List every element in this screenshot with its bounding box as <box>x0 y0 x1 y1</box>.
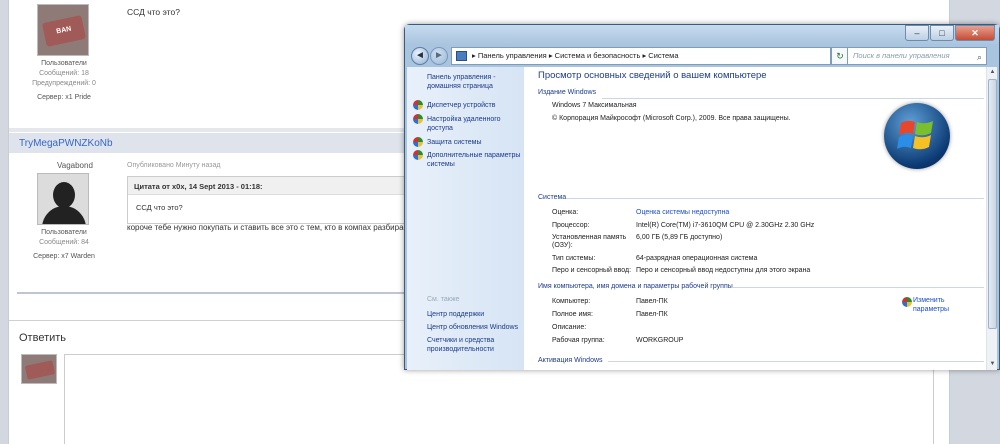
windows-update-link[interactable]: Центр обновления Windows <box>427 323 518 332</box>
user-role: Пользователи <box>41 60 87 67</box>
computer-name-header: Имя компьютера, имя домена и параметры р… <box>538 283 733 290</box>
user-warnings: Предупреждений: 0 <box>32 80 96 87</box>
published-time: Опубликовано Минуту назад <box>127 162 221 169</box>
user-server: Сервер: x1 Pride <box>37 94 91 101</box>
advanced-settings-link-line2[interactable]: системы <box>427 160 455 169</box>
forward-arrow-icon[interactable]: ► <box>430 47 448 65</box>
back-arrow-icon[interactable]: ◄ <box>411 47 429 65</box>
shield-icon <box>413 137 423 147</box>
change-settings-link[interactable]: Изменить <box>913 297 945 304</box>
scroll-up-arrow-icon[interactable]: ▲ <box>987 67 997 78</box>
window-content: Панель управления - домашняя страница Ди… <box>407 67 997 370</box>
processor-value: Intel(R) Core(TM) i7-3610QM CPU @ 2.30GH… <box>636 222 815 229</box>
pen-touch-value: Перо и сенсорный ввод недоступны для это… <box>636 267 811 274</box>
workgroup-value: WORKGROUP <box>636 337 684 344</box>
remote-settings-link-line2[interactable]: доступа <box>427 124 453 133</box>
processor-label: Процессор: <box>552 222 590 229</box>
edition-header: Издание Windows <box>538 89 597 96</box>
copyright: © Корпорация Майкрософт (Microsoft Corp.… <box>552 115 791 122</box>
page-title: Просмотр основных сведений о вашем компь… <box>538 70 767 81</box>
left-pane: Панель управления - домашняя страница Ди… <box>407 67 524 370</box>
description-label: Описание: <box>552 324 587 331</box>
divider <box>566 198 984 199</box>
search-input[interactable]: Поиск в панели управления ⌕ <box>847 47 987 65</box>
performance-link[interactable]: Счетчики и средства <box>427 336 494 345</box>
user-messages: Сообщений: 84 <box>39 239 89 246</box>
search-placeholder: Поиск в панели управления <box>853 51 950 60</box>
minimize-button[interactable]: – <box>905 25 929 41</box>
user-server: Сервер: x7 Warden <box>33 253 95 260</box>
divider <box>602 98 984 99</box>
system-type-label: Тип системы: <box>552 255 596 262</box>
scrollbar-thumb[interactable] <box>988 79 997 329</box>
reply-title: Ответить <box>19 332 67 344</box>
rating-link[interactable]: Оценка системы недоступна <box>636 208 729 217</box>
pen-touch-label: Перо и сенсорный ввод: <box>552 267 632 274</box>
computer-label: Компьютер: <box>552 298 591 305</box>
divider <box>608 361 984 362</box>
title-bar[interactable]: – □ ✕ <box>405 25 999 45</box>
nav-bar: ◄ ► ▸ Панель управления ▸ Система и безо… <box>407 45 997 67</box>
post-message: ССД что это? <box>127 7 180 17</box>
vertical-scrollbar[interactable]: ▲ ▼ <box>986 67 997 370</box>
shield-icon <box>413 150 423 160</box>
windows-logo-icon <box>884 103 950 169</box>
action-center-link[interactable]: Центр поддержки <box>427 310 484 319</box>
system-header: Система <box>538 194 567 201</box>
quote-body: ССД что это? <box>136 203 183 212</box>
shield-icon <box>413 114 423 124</box>
workgroup-label: Рабочая группа: <box>552 337 605 344</box>
performance-link-line2[interactable]: производительности <box>427 345 494 354</box>
scroll-down-arrow-icon[interactable]: ▼ <box>987 359 997 370</box>
memory-label-line2: (ОЗУ): <box>552 242 573 249</box>
device-manager-link[interactable]: Диспетчер устройств <box>427 101 495 110</box>
ban-key-image: BAN <box>41 15 87 47</box>
username[interactable]: Vagabond <box>57 161 93 170</box>
post-author-link[interactable]: TryMegaPWNZKoNb <box>19 138 113 149</box>
address-bar[interactable]: ▸ Панель управления ▸ Система и безопасн… <box>451 47 831 65</box>
maximize-button[interactable]: □ <box>930 25 954 41</box>
close-button[interactable]: ✕ <box>955 25 995 41</box>
computer-value: Павел-ПК <box>636 298 668 305</box>
avatar[interactable]: BAN <box>37 4 89 56</box>
user-messages: Сообщений: 18 <box>39 70 89 77</box>
full-name-value: Павел-ПК <box>636 311 668 318</box>
advanced-settings-link[interactable]: Дополнительные параметры <box>427 151 520 160</box>
search-icon[interactable]: ⌕ <box>977 49 982 65</box>
home-link-line2[interactable]: домашняя страница <box>427 82 493 91</box>
system-window: – □ ✕ ◄ ► ▸ Панель управления ▸ Система … <box>404 24 1000 370</box>
system-type-value: 64-разрядная операционная система <box>636 255 758 262</box>
main-pane: Просмотр основных сведений о вашем компь… <box>524 67 986 370</box>
full-name-label: Полное имя: <box>552 311 593 318</box>
shield-icon <box>413 100 423 110</box>
memory-value: 6,00 ГБ (5,89 ГБ доступно) <box>636 234 723 241</box>
control-panel-icon <box>456 51 467 61</box>
quote-block: Цитата от x0x, 14 Sept 2013 - 01:18: ССД… <box>127 176 427 224</box>
home-link[interactable]: Панель управления - <box>427 73 496 82</box>
divider <box>732 287 984 288</box>
windows-flag-icon <box>897 120 933 150</box>
breadcrumb[interactable]: ▸ Панель управления ▸ Система и безопасн… <box>472 51 679 60</box>
post-message: короче тебе нужно покупать и ставить все… <box>127 223 408 232</box>
activation-header: Активация Windows <box>538 357 603 364</box>
remote-settings-link[interactable]: Настройка удаленного <box>427 115 501 124</box>
quote-header: Цитата от x0x, 14 Sept 2013 - 01:18: <box>128 177 426 195</box>
user-role: Пользователи <box>41 229 87 236</box>
avatar <box>21 354 57 384</box>
see-also-heading: См. также <box>427 296 460 303</box>
windows-edition: Windows 7 Максимальная <box>552 102 637 109</box>
user-info: Пользователи Сообщений: 18 Предупреждени… <box>31 59 97 103</box>
rating-label: Оценка: <box>552 209 579 216</box>
avatar[interactable] <box>37 173 89 225</box>
avatar-head <box>53 182 75 208</box>
shield-icon <box>902 297 912 307</box>
change-settings-link-line2[interactable]: параметры <box>913 306 949 313</box>
user-info: Пользователи Сообщений: 84 Сервер: x7 Wa… <box>31 228 97 262</box>
system-protection-link[interactable]: Защита системы <box>427 138 482 147</box>
avatar-body <box>42 206 86 224</box>
